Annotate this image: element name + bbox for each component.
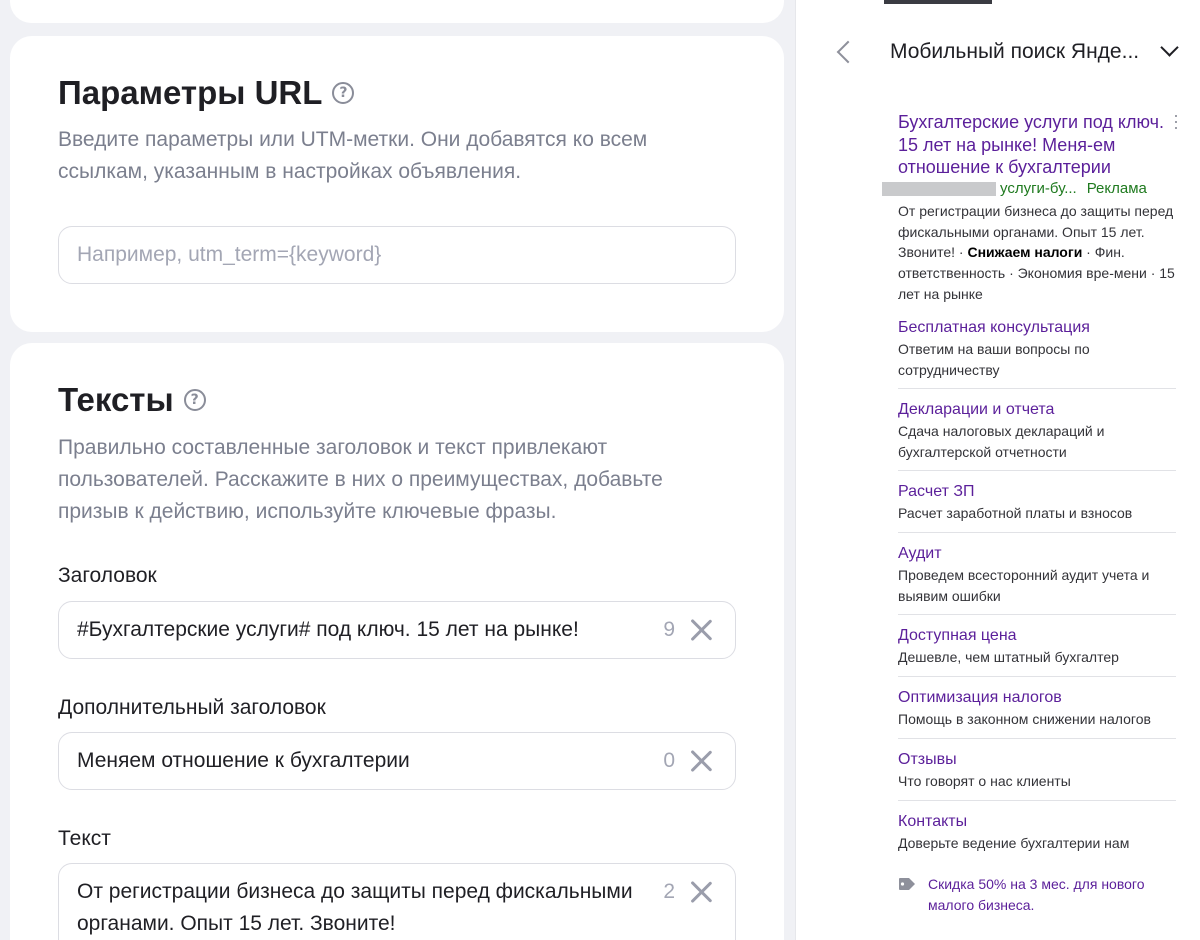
previous-card <box>10 0 784 23</box>
ad-description: От регистрации бизнеса до защиты перед ф… <box>898 201 1176 305</box>
sitelink-title[interactable]: Отзывы <box>898 750 1176 770</box>
texts-header: Тексты ? <box>58 381 206 419</box>
headline-label: Заголовок <box>58 564 157 587</box>
chevron-down-icon[interactable] <box>1158 40 1182 64</box>
sitelink-item[interactable]: Контакты Доверьте ведение бухгалтерии на… <box>898 812 1176 863</box>
ad-domain[interactable]: услуги-бу... <box>1000 180 1077 197</box>
ad-desc-bold: Снижаем налоги <box>967 244 1083 261</box>
sitelink-desc: Проведем всесторонний аудит учета и выяв… <box>898 567 1150 604</box>
ad-title[interactable]: Бухгалтерские услуги под ключ. 15 лет на… <box>898 111 1176 179</box>
active-tab-indicator <box>884 0 992 4</box>
headline-field[interactable]: #Бухгалтерские услуги# под ключ. 15 лет … <box>58 601 736 659</box>
sitelink-title[interactable]: Расчет ЗП <box>898 482 1176 502</box>
extra-headline-label: Дополнительный заголовок <box>58 696 326 719</box>
sitelink-title[interactable]: Контакты <box>898 812 1176 832</box>
sitelink-desc: Расчет заработной платы и взносов <box>898 505 1133 521</box>
chevron-left-icon[interactable] <box>834 40 852 64</box>
device-title[interactable]: Мобильный поиск Янде... <box>890 40 1139 64</box>
settings-column: Параметры URL ? Введите параметры или UT… <box>0 0 795 940</box>
sitelink-desc: Ответим на ваши вопросы по сотрудничеств… <box>898 341 1090 378</box>
sitelink-title[interactable]: Бесплатная консультация <box>898 318 1176 338</box>
url-params-card: Параметры URL ? Введите параметры или UT… <box>10 36 784 332</box>
close-icon[interactable] <box>689 618 713 642</box>
headline-value: #Бухгалтерские услуги# под ключ. 15 лет … <box>77 618 579 641</box>
promo-text[interactable]: Скидка 50% на 3 мес. для нового малого б… <box>928 874 1178 916</box>
sitelink-item[interactable]: Расчет ЗП Расчет заработной платы и взно… <box>898 482 1176 533</box>
url-params-placeholder: Например, utm_term={keyword} <box>77 243 382 266</box>
url-params-description: Введите параметры или UTM-метки. Они доб… <box>58 128 648 183</box>
texts-title: Тексты <box>58 381 174 418</box>
headline-counter: 9 <box>663 618 675 641</box>
sitelink-desc: Помощь в законном снижении налогов <box>898 711 1151 727</box>
sitelink-desc: Сдача налоговых деклараций и бухгалтерск… <box>898 423 1105 460</box>
body-counter: 2 <box>663 880 675 903</box>
promo-extension[interactable]: Скидка 50% на 3 мес. для нового малого б… <box>898 874 1178 916</box>
url-params-header: Параметры URL ? <box>58 74 355 112</box>
close-icon[interactable] <box>689 880 713 904</box>
extra-headline-counter: 0 <box>663 749 675 772</box>
sitelink-title[interactable]: Аудит <box>898 544 1176 564</box>
sitelink-title[interactable]: Декларации и отчета <box>898 400 1176 420</box>
sitelink-desc: Доверьте ведение бухгалтерии нам <box>898 835 1130 851</box>
sitelink-item[interactable]: Отзывы Что говорят о нас клиенты <box>898 750 1176 801</box>
sitelink-item[interactable]: Декларации и отчета Сдача налоговых декл… <box>898 400 1176 471</box>
body-label: Текст <box>58 827 111 850</box>
extra-headline-value: Меняем отношение к бухгалтерии <box>77 749 410 772</box>
url-params-input[interactable]: Например, utm_term={keyword} <box>58 226 736 284</box>
body-value: От регистрации бизнеса до защиты перед ф… <box>77 880 633 935</box>
url-params-title: Параметры URL <box>58 74 323 111</box>
sitelink-item[interactable]: Доступная цена Дешевле, чем штатный бухг… <box>898 626 1176 677</box>
sitelink-desc: Дешевле, чем штатный бухгалтер <box>898 649 1119 665</box>
sitelink-item[interactable]: Бесплатная консультация Ответим на ваши … <box>898 318 1176 389</box>
sitelink-desc: Что говорят о нас клиенты <box>898 773 1071 789</box>
texts-card: Тексты ? Правильно составленные заголово… <box>10 343 784 940</box>
question-circle-icon[interactable]: ? <box>332 82 355 104</box>
extra-headline-field[interactable]: Меняем отношение к бухгалтерии 0 <box>58 732 736 790</box>
ad-preview-panel: Мобильный поиск Янде... Бухгалтерские ус… <box>795 0 1200 940</box>
sitelink-title[interactable]: Оптимизация налогов <box>898 688 1176 708</box>
close-icon[interactable] <box>689 749 713 773</box>
ad-title-block: Бухгалтерские услуги под ключ. 15 лет на… <box>898 111 1176 179</box>
price-tag-icon <box>899 878 915 890</box>
ad-url-row: услуги-бу... Реклама <box>882 180 1147 197</box>
ad-label: Реклама <box>1086 180 1147 197</box>
sitelink-item[interactable]: Оптимизация налогов Помощь в законном сн… <box>898 688 1176 739</box>
redacted-url <box>882 181 996 196</box>
kebab-menu-icon[interactable]: · · · <box>1173 106 1179 136</box>
sitelink-title[interactable]: Доступная цена <box>898 626 1176 646</box>
question-circle-icon[interactable]: ? <box>183 389 206 411</box>
texts-description: Правильно составленные заголовок и текст… <box>58 436 663 523</box>
sitelink-item[interactable]: Аудит Проведем всесторонний аудит учета … <box>898 544 1176 615</box>
body-field[interactable]: От регистрации бизнеса до защиты перед ф… <box>58 863 736 940</box>
